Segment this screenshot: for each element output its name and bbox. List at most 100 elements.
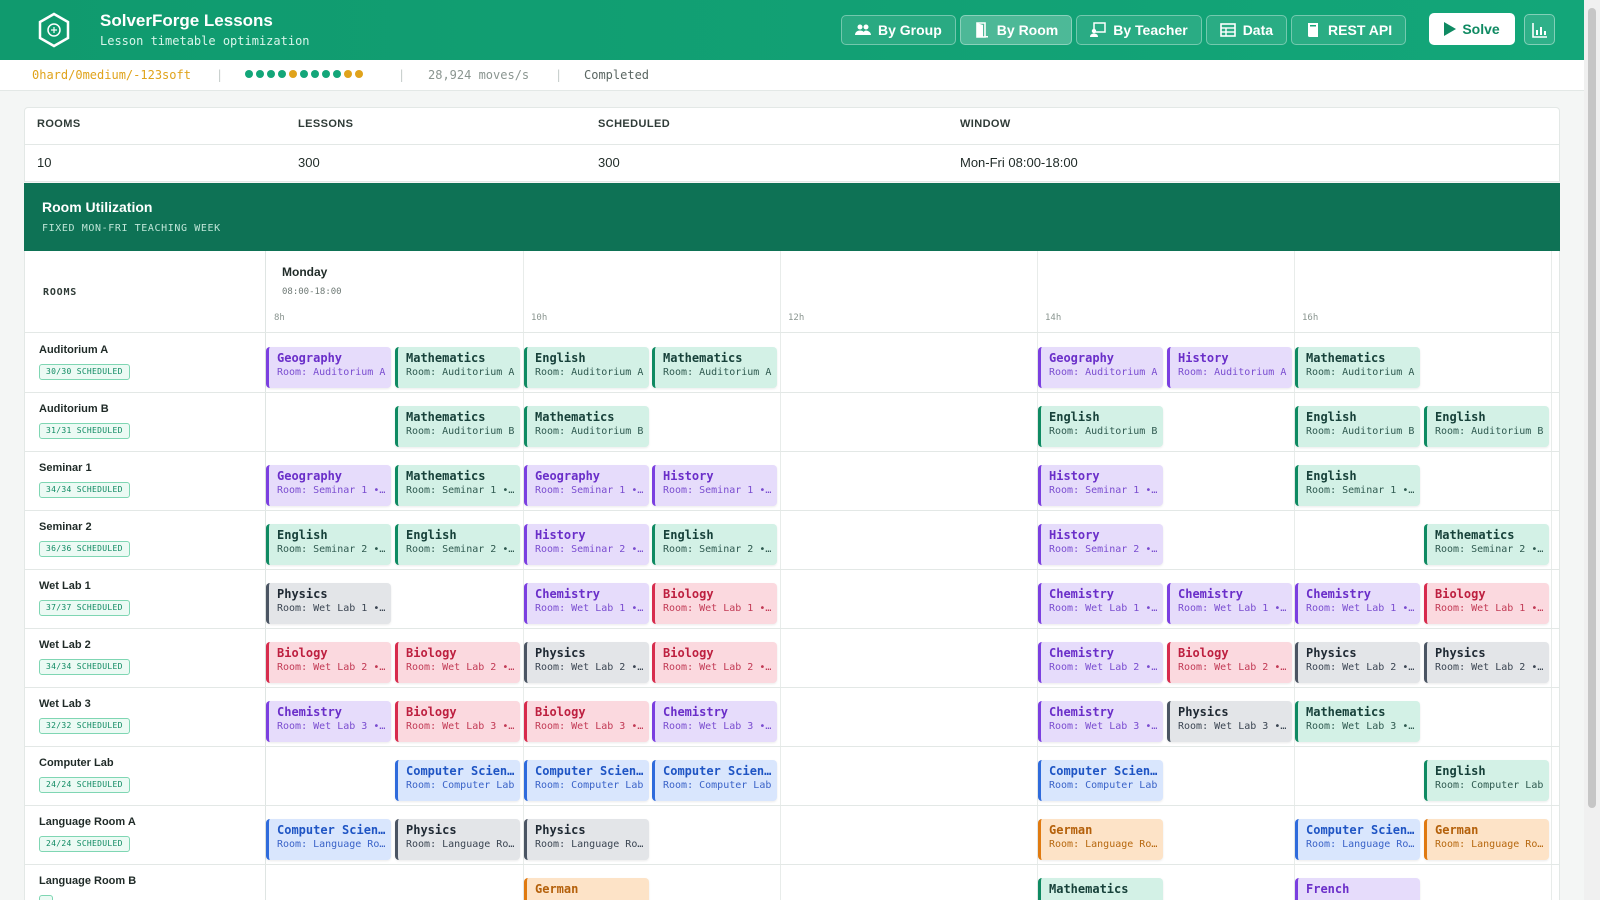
lesson-card[interactable]: Computer Science Room: Language Room A [266,819,391,860]
lesson-card[interactable]: Computer Science Room: Language Room A [1295,819,1420,860]
lesson-card[interactable]: Chemistry Room: Wet Lab 3 • 9 [652,701,777,742]
solve-button[interactable]: Solve [1429,13,1515,45]
lesson-card[interactable]: Biology Room: Wet Lab 2 • 9 [395,642,520,683]
lesson-subject: Computer Science [1049,764,1161,778]
lesson-card[interactable]: Chemistry Room: Wet Lab 1 • 9 [1038,583,1163,624]
lesson-subject: Physics [406,823,457,837]
lesson-card[interactable]: Chemistry Room: Wet Lab 2 • 9 [1038,642,1163,683]
lesson-room: Room: Auditorium A [277,367,386,378]
lesson-card[interactable]: History Room: Auditorium A [1167,347,1292,388]
lesson-card[interactable]: Mathematics Room: Seminar 1 • 9 [395,465,520,506]
lesson-card[interactable]: Biology Room: Wet Lab 1 • 9 [652,583,777,624]
lesson-card[interactable]: German [524,878,649,900]
lesson-card[interactable]: German Room: Language Room A [1038,819,1163,860]
analysis-button[interactable] [1524,14,1555,45]
nav-by-room-button[interactable]: By Room [959,15,1073,45]
lesson-room: Room: Seminar 1 • 9 [1306,485,1418,496]
lesson-room: Room: Seminar 1 • 9 [663,485,775,496]
lesson-card[interactable]: Computer Science Room: Computer Lab [652,760,777,801]
lesson-subject: Biology [663,587,714,601]
lesson-room: Room: Language Room A [1049,839,1161,850]
lesson-card[interactable]: Physics Room: Language Room A [395,819,520,860]
lesson-card[interactable]: Geography Room: Auditorium A [1038,347,1163,388]
lesson-card[interactable]: Physics Room: Wet Lab 2 • 9 [524,642,649,683]
lesson-card[interactable]: Biology Room: Wet Lab 2 • 9 [1167,642,1292,683]
lesson-card[interactable]: Mathematics Room: Auditorium B [395,406,520,447]
lesson-card[interactable]: Biology Room: Wet Lab 3 • 9 [524,701,649,742]
lesson-card[interactable]: Chemistry Room: Wet Lab 3 • 9 [1038,701,1163,742]
lesson-card[interactable]: English Room: Auditorium A [524,347,649,388]
separator: | [216,68,224,82]
lesson-card[interactable]: Computer Science Room: Computer Lab [524,760,649,801]
lesson-card[interactable]: History Room: Seminar 2 • 9 [524,524,649,565]
nav-rest-api-button[interactable]: REST API [1291,15,1407,45]
scrollbar-thumb[interactable] [1588,8,1596,808]
page-scrollbar[interactable] [1584,0,1600,900]
lesson-card[interactable]: German Room: Language Room A [1424,819,1549,860]
room-name: Computer Lab [39,757,114,769]
nav-by-teacher-button[interactable]: By Teacher [1076,15,1202,45]
lesson-card[interactable]: Mathematics Room: Auditorium A [652,347,777,388]
lesson-room: Room: Seminar 2 • 9 [1435,544,1547,555]
lesson-card[interactable]: Chemistry Room: Wet Lab 1 • 9 [1167,583,1292,624]
lesson-card[interactable]: History Room: Seminar 1 • 9 [1038,465,1163,506]
lesson-card[interactable]: English Room: Seminar 2 • 9 [395,524,520,565]
lesson-card[interactable]: English Room: Auditorium B [1038,406,1163,447]
lesson-card[interactable]: Mathematics Room: Auditorium B [524,406,649,447]
lesson-card[interactable]: Physics Room: Wet Lab 3 • 9 [1167,701,1292,742]
lesson-card[interactable]: Physics Room: Language Room A [524,819,649,860]
lesson-card[interactable]: English Room: Auditorium B [1424,406,1549,447]
room-scheduled-badge [39,895,53,900]
hour-label: 10h [531,313,548,323]
lesson-card[interactable]: Chemistry Room: Wet Lab 1 • 9 [524,583,649,624]
lesson-card[interactable]: Chemistry Room: Wet Lab 3 • 9 [266,701,391,742]
room-name: Wet Lab 3 [39,698,91,710]
lesson-card[interactable]: Biology Room: Wet Lab 1 • 9 [1424,583,1549,624]
lesson-card[interactable]: Biology Room: Wet Lab 2 • 9 [652,642,777,683]
lesson-card[interactable]: History Room: Seminar 2 • 9 [1038,524,1163,565]
lesson-card[interactable]: Mathematics Room: Wet Lab 3 • 9 [1295,701,1420,742]
lesson-card[interactable]: Biology Room: Wet Lab 3 • 9 [395,701,520,742]
lesson-card[interactable]: Geography Room: Seminar 1 • 9 [266,465,391,506]
lesson-card[interactable]: English Room: Seminar 2 • 9 [652,524,777,565]
lesson-subject: German [535,882,579,896]
lesson-card[interactable]: Physics Room: Wet Lab 2 • 9 [1424,642,1549,683]
lesson-card[interactable]: English Room: Seminar 2 • 9 [266,524,391,565]
lesson-card[interactable]: Biology Room: Wet Lab 2 • 9 [266,642,391,683]
separator: | [555,68,563,82]
lesson-card[interactable]: Mathematics Room: Auditorium A [1295,347,1420,388]
lesson-room: Room: Wet Lab 2 • 9 [663,662,775,673]
lesson-room: Room: Wet Lab 3 • 9 [535,721,647,732]
hour-label: 8h [274,313,285,323]
lesson-card[interactable]: Geography Room: Auditorium A [266,347,391,388]
solve-label: Solve [1462,21,1500,37]
lesson-room: Room: Wet Lab 2 • 9 [1306,662,1418,673]
summary-value-lessons: 300 [298,155,320,170]
lesson-card[interactable]: Chemistry Room: Wet Lab 1 • 9 [1295,583,1420,624]
lesson-card[interactable]: Computer Science Room: Computer Lab [395,760,520,801]
room-row: Wet Lab 2 34/34 SCHEDULED Biology Room: Wet… [25,629,1559,688]
lesson-card[interactable]: Geography Room: Seminar 1 • 9 [524,465,649,506]
lesson-subject: Biology [406,646,457,660]
nav-data-button[interactable]: Data [1205,15,1288,45]
nav-by-group-button[interactable]: By Group [841,15,956,45]
lesson-subject: English [1306,410,1357,424]
room-timetable-grid: ROOMS Monday 08:00-18:00 8h 10h 12h 14h … [24,251,1560,900]
lesson-card[interactable]: English Room: Computer Lab [1424,760,1549,801]
lesson-card[interactable]: Physics Room: Wet Lab 2 • 9 [1295,642,1420,683]
lesson-card[interactable]: Physics Room: Wet Lab 1 • 9 [266,583,391,624]
room-name: Language Room A [39,816,136,828]
summary-header-lessons: LESSONS [298,118,354,130]
lesson-room: Room: Wet Lab 2 • 9 [277,662,389,673]
lesson-subject: Physics [1306,646,1357,660]
lesson-card[interactable]: Mathematics Room: Auditorium A [395,347,520,388]
lesson-card[interactable]: English Room: Seminar 1 • 9 [1295,465,1420,506]
lesson-card[interactable]: Mathematics Room: Seminar 2 • 9 [1424,524,1549,565]
lesson-card[interactable]: Computer Science Room: Computer Lab [1038,760,1163,801]
lesson-card[interactable]: French [1295,878,1420,900]
lesson-room: Room: Wet Lab 1 • 9 [1178,603,1290,614]
lesson-card[interactable]: English Room: Auditorium B [1295,406,1420,447]
score-dot [322,70,330,78]
lesson-card[interactable]: Mathematics [1038,878,1163,900]
lesson-card[interactable]: History Room: Seminar 1 • 9 [652,465,777,506]
